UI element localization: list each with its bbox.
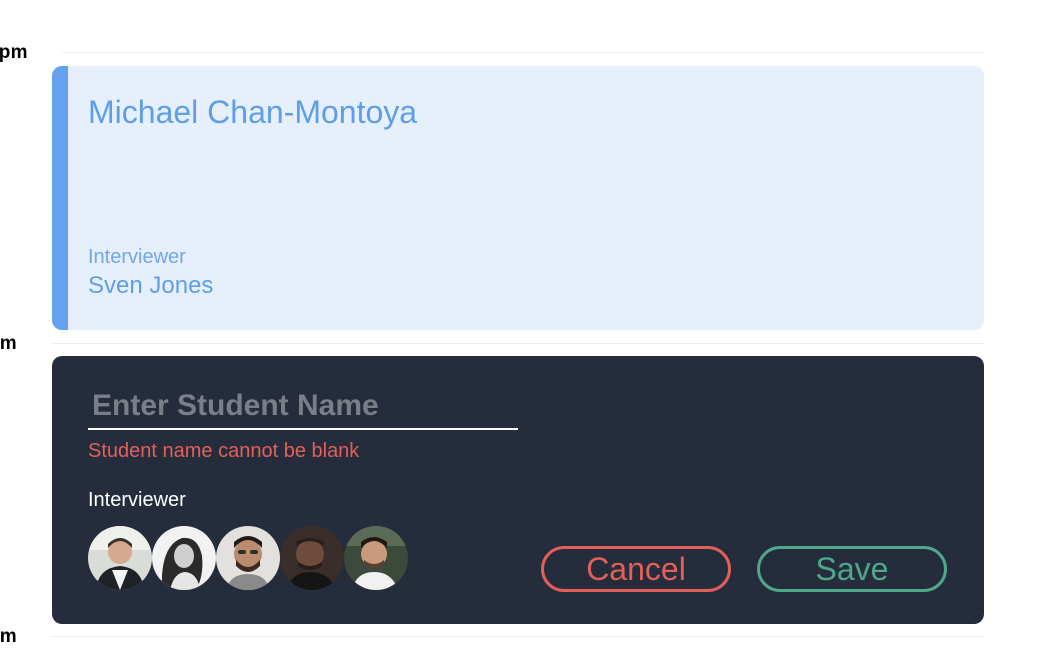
avatar-1-icon[interactable] — [88, 526, 152, 590]
avatar-4-icon[interactable] — [280, 526, 344, 590]
interview-slot-card[interactable]: Michael Chan-Montoya Interviewer Sven Jo… — [52, 66, 984, 330]
schedule-view: 2pm Michael Chan-Montoya Interviewer Sve… — [0, 0, 1046, 656]
time-label-bottom: pm — [0, 626, 17, 647]
avatar-3-icon[interactable] — [216, 526, 280, 590]
student-name: Michael Chan-Montoya — [88, 94, 418, 130]
edit-slot-card: Student name cannot be blank Interviewer — [52, 356, 984, 624]
hour-divider-top — [62, 52, 984, 53]
cancel-button[interactable]: Cancel — [541, 546, 731, 592]
validation-error: Student name cannot be blank — [88, 440, 360, 462]
slot-accent-bar — [52, 66, 68, 330]
hour-divider-bottom — [52, 636, 984, 637]
hour-divider-mid — [52, 343, 984, 344]
time-label-top: 2pm — [0, 42, 28, 63]
student-name-input[interactable] — [88, 384, 518, 430]
interviewer-picker-label: Interviewer — [88, 489, 186, 511]
interviewer-avatar-picker — [88, 526, 418, 590]
avatar-5-icon[interactable] — [344, 526, 408, 590]
interviewer-label: Interviewer — [88, 246, 186, 268]
avatar-2-icon[interactable] — [152, 526, 216, 590]
time-label-mid: pm — [0, 333, 17, 354]
interviewer-name: Sven Jones — [88, 272, 214, 299]
save-button[interactable]: Save — [757, 546, 947, 592]
